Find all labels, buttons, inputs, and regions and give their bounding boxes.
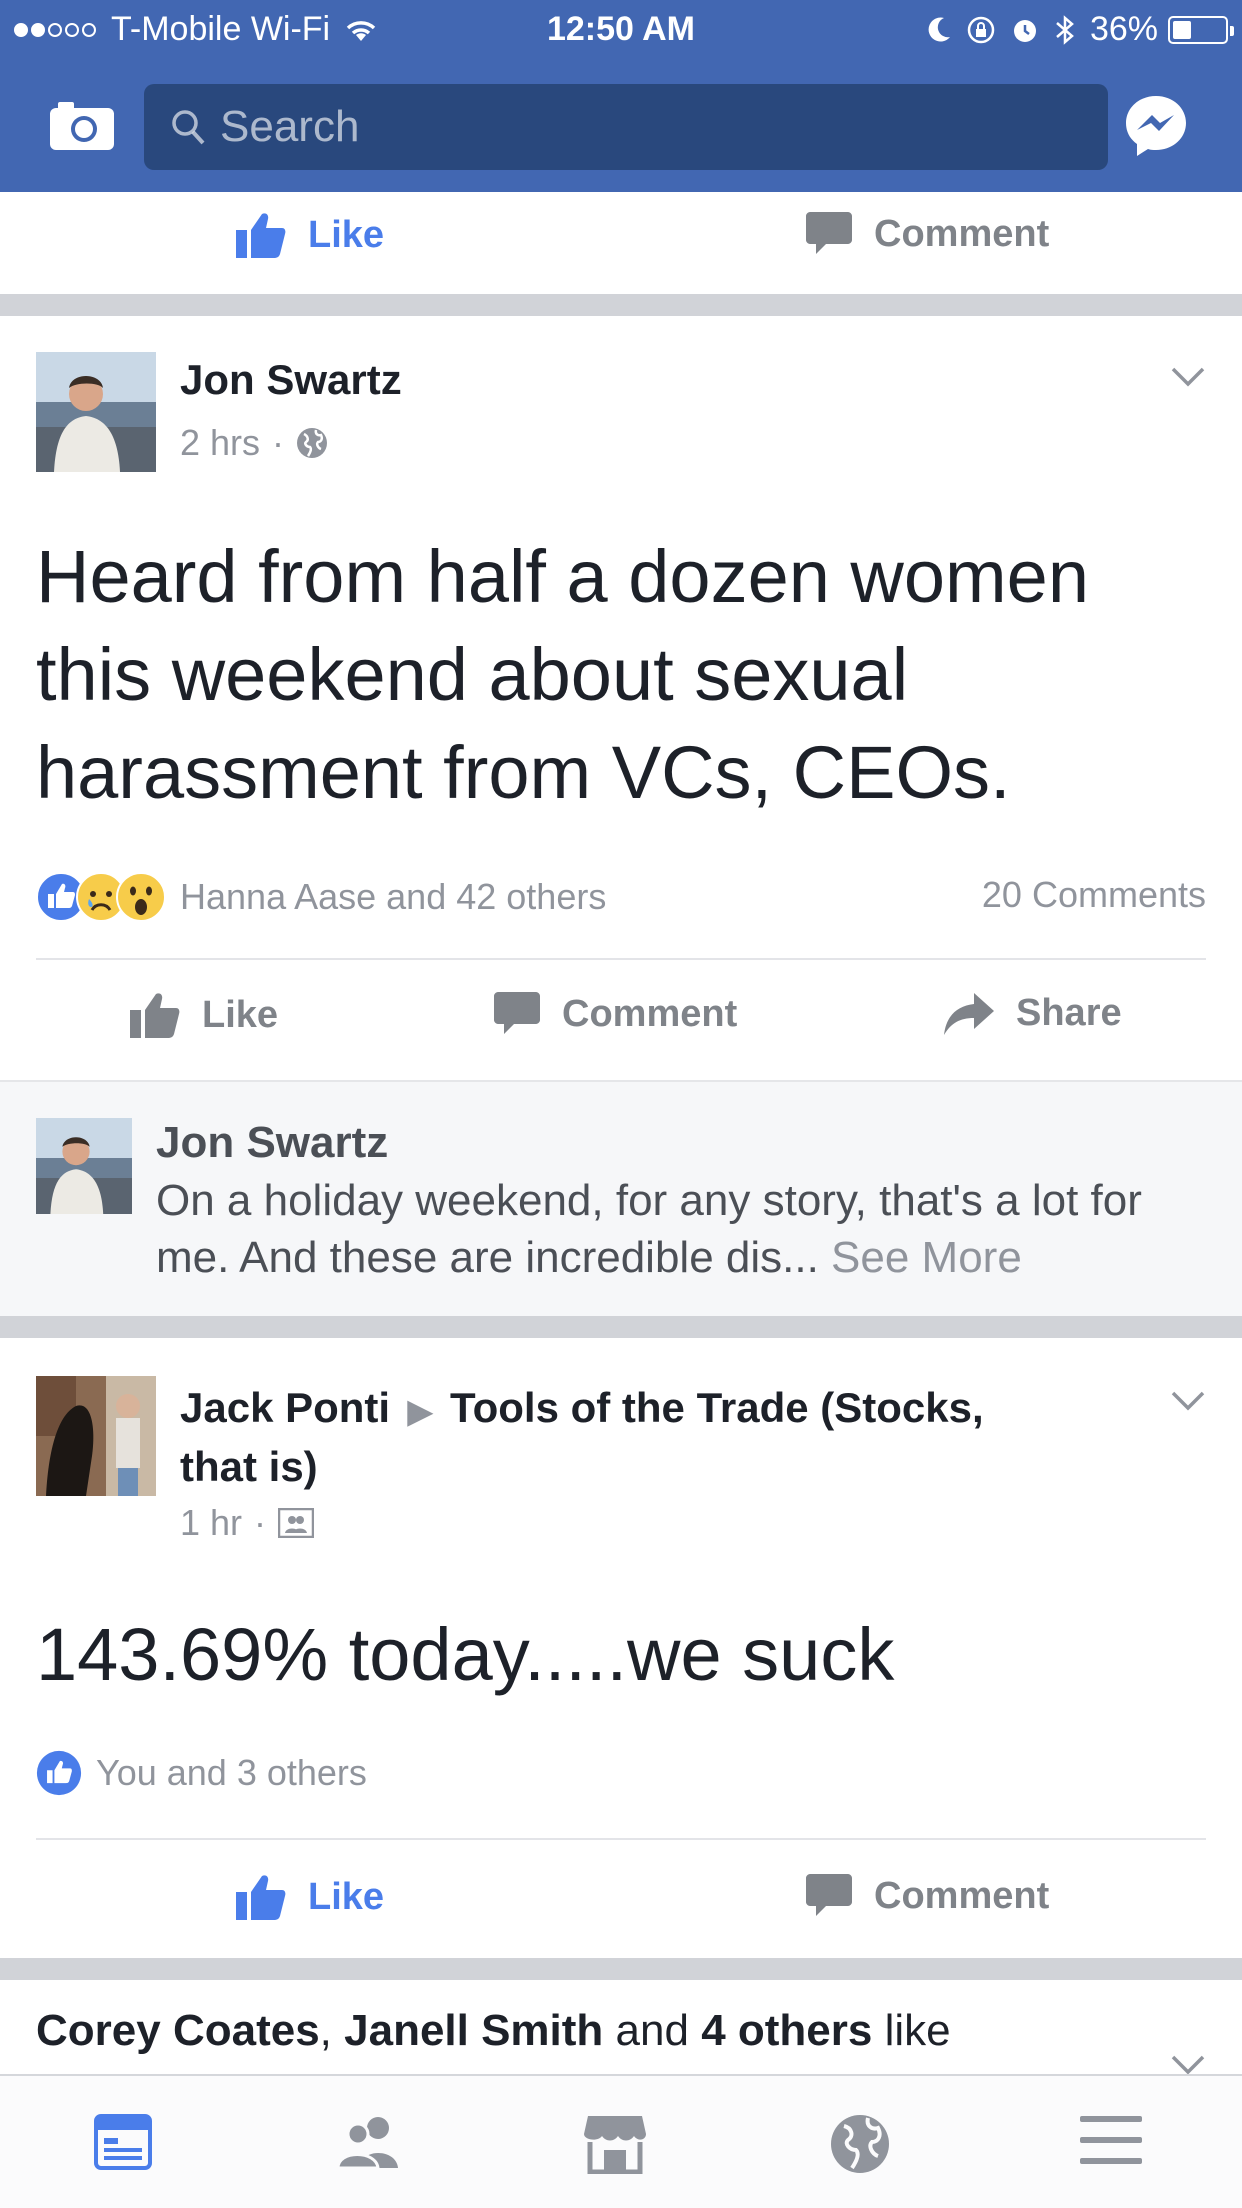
post-timestamp[interactable]: 2 hrs [180, 422, 260, 464]
previous-post-like-button[interactable]: Like [236, 212, 384, 258]
post-author-line: Jack Ponti ▶ Tools of the Trade (Stocks,… [180, 1380, 1110, 1495]
meta-separator: · [272, 422, 285, 463]
wow-reaction-icon [116, 872, 166, 922]
chevron-down-icon[interactable] [1170, 2054, 1206, 2076]
group-icon [278, 1508, 315, 1538]
like-button[interactable]: Like [130, 992, 278, 1038]
comment-label: Comment [562, 992, 738, 1035]
group-name-line: that is) [180, 1443, 318, 1490]
marketplace-icon[interactable] [582, 2114, 648, 2174]
avatar-photo [36, 1376, 156, 1496]
reactions-text: Hanna Aase and 42 others [180, 876, 607, 917]
battery-icon [1168, 15, 1234, 44]
comments-count[interactable]: 20 Comments [982, 874, 1206, 916]
meta-separator: · [254, 1502, 267, 1543]
post-author-name[interactable]: Jon Swartz [180, 356, 402, 404]
group-name-line: Tools of the Trade (Stocks, [450, 1384, 984, 1431]
like-button[interactable]: Like [236, 1874, 384, 1920]
navigation-bar: T-Mobile Wi-Fi 12:50 AM 36% Search [0, 0, 1242, 192]
like-reaction-icon [36, 1750, 82, 1796]
post-timestamp[interactable]: 1 hr [180, 1502, 242, 1544]
reactions-summary[interactable]: You and 3 others [36, 1750, 367, 1796]
comment-text: On a holiday weekend, for any story, tha… [156, 1172, 1216, 1286]
chevron-down-icon[interactable] [1170, 1390, 1206, 1412]
avatar[interactable] [36, 1376, 156, 1496]
like-label: Like [202, 993, 279, 1036]
others-link[interactable]: 4 others [701, 2006, 872, 2055]
chevron-down-icon[interactable] [1170, 366, 1206, 388]
like-label: Like [308, 1875, 385, 1918]
avatar-photo [36, 1118, 132, 1214]
share-icon [944, 992, 994, 1035]
comment-button[interactable]: Comment [494, 992, 737, 1036]
bluetooth-icon [1056, 14, 1074, 45]
post-author-name[interactable]: Jack Ponti [180, 1384, 390, 1431]
separator: and [603, 2006, 702, 2055]
comment-icon [806, 212, 852, 254]
post-text: 143.69% today.....we suck [36, 1613, 895, 1696]
post-text-line: Heard from half a dozen women [36, 535, 1089, 618]
arrow-icon: ▶ [407, 1393, 433, 1429]
friends-icon[interactable] [336, 2114, 402, 2168]
comment-icon [494, 992, 540, 1034]
orientation-lock-icon [967, 16, 995, 43]
camera-icon[interactable] [50, 100, 114, 150]
friend-name[interactable]: Corey Coates [36, 2006, 320, 2055]
reactions-text: You and 3 others [96, 1752, 367, 1793]
thumbs-up-icon [236, 1875, 286, 1920]
comment-avatar[interactable] [36, 1118, 132, 1214]
comment-author-name[interactable]: Jon Swartz [156, 1118, 388, 1168]
feed-divider [0, 1316, 1242, 1338]
action-divider [36, 1838, 1206, 1840]
post-meta: 1 hr · [180, 1502, 315, 1544]
post-text: Heard from half a dozen women this weeke… [36, 528, 1089, 822]
previous-post-comment-button[interactable]: Comment [806, 212, 1049, 256]
see-more-link[interactable]: See More [831, 1233, 1022, 1282]
messenger-icon[interactable] [1124, 94, 1188, 158]
feed-divider [0, 294, 1242, 316]
news-feed-icon[interactable] [94, 2114, 152, 2170]
avatar-photo [36, 352, 156, 472]
globe-icon [297, 428, 328, 458]
menu-icon[interactable] [1080, 2114, 1142, 2166]
reactions-summary[interactable]: Hanna Aase and 42 others [36, 872, 606, 922]
thumbs-up-icon [130, 993, 180, 1038]
feed-divider [0, 1958, 1242, 1980]
share-button[interactable]: Share [944, 992, 1122, 1035]
post-context-line: Corey Coates, Janell Smith and 4 others … [36, 2006, 951, 2056]
battery-percent: 36% [1089, 10, 1158, 48]
friend-name[interactable]: Janell Smith [344, 2006, 603, 2055]
status-icons: 36% [926, 10, 1234, 49]
comment-label: Comment [874, 212, 1050, 255]
comment-icon [806, 1874, 852, 1916]
search-icon [172, 110, 205, 145]
search-input[interactable]: Search [144, 84, 1108, 170]
notifications-globe-icon[interactable] [830, 2114, 890, 2174]
comment-label: Comment [874, 1874, 1050, 1917]
thumbs-up-icon [236, 213, 286, 258]
post-text-line: this weekend about sexual [36, 633, 909, 716]
tab-bar [0, 2074, 1242, 2208]
separator: , [319, 2006, 345, 2055]
action-divider [36, 958, 1206, 960]
post-meta: 2 hrs · [180, 422, 328, 464]
comment-button[interactable]: Comment [806, 1874, 1049, 1918]
like-suffix: like [872, 2006, 951, 2055]
search-placeholder: Search [220, 102, 360, 151]
alarm-icon [1013, 19, 1036, 42]
top-comment[interactable]: Jon Swartz On a holiday weekend, for any… [0, 1080, 1242, 1316]
status-bar: T-Mobile Wi-Fi 12:50 AM 36% [0, 0, 1242, 62]
share-label: Share [1016, 992, 1122, 1034]
moon-icon [928, 17, 950, 42]
avatar[interactable] [36, 352, 156, 472]
like-label: Like [308, 213, 385, 256]
post-text-line: harassment from VCs, CEOs. [36, 731, 1011, 814]
